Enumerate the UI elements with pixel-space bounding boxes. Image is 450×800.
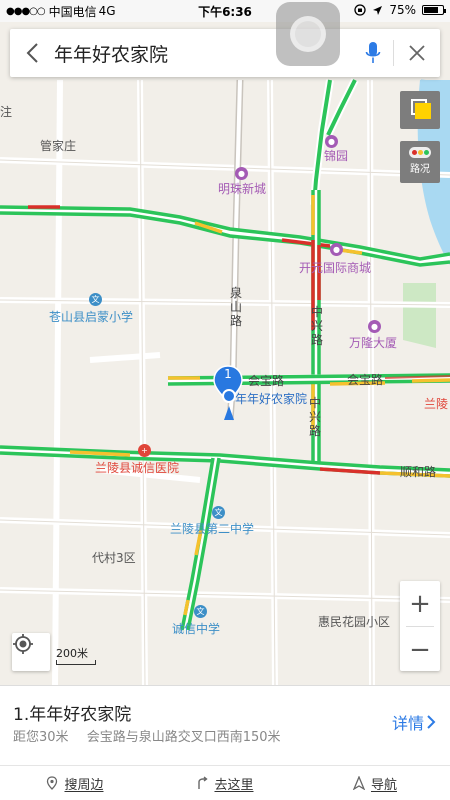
chevron-left-icon [26,43,38,63]
scale-bar [56,660,96,665]
poi-icon-qimeng: 文 [89,293,102,306]
traffic-label: 路况 [410,164,430,175]
search-bar: 年年好农家院 [10,29,440,77]
road-label-zhongxing-lower: 中兴路 [309,396,322,438]
locate-me-button[interactable] [12,633,50,671]
road-label-quanshan: 泉山路 [230,286,243,328]
clear-search-button[interactable] [394,29,440,77]
route-icon [198,776,209,789]
map-view[interactable]: 注 管家庄 ● 锦园 ● 明珠新城 ● 开元国际商城 泉山路 中兴路 文 苍山县… [0,0,450,685]
details-label: 详情 [391,714,424,733]
map-label-jinyuan[interactable]: 锦园 [324,147,348,164]
place-info-card[interactable]: 1.年年好农家院 距您30米 会宝路与泉山路交叉口西南150米 详情 [0,685,450,765]
map-label-guanjiazhuang: 管家庄 [40,139,77,153]
go-here-label: 去这里 [214,777,254,793]
map-label-qimeng[interactable]: 苍山县启蒙小学 [49,308,133,325]
map-label-dicun[interactable]: 代村3区 [92,549,136,566]
assistive-touch-button[interactable] [276,2,340,66]
map-label-wanlong[interactable]: 万隆大厦 [349,334,397,351]
place-address: 会宝路与泉山路交叉口西南150米 [86,730,281,745]
place-meta: 距您30米 会宝路与泉山路交叉口西南150米 [13,726,295,745]
map-label-chengxin-middle[interactable]: 诚信中学 [172,620,220,637]
location-arrow-icon [373,5,383,15]
search-nearby-button[interactable]: 搜周边 [0,766,150,800]
map-label-kaiyuan[interactable]: 开元国际商城 [299,259,371,276]
voice-search-button[interactable] [353,29,393,77]
road-label-huibao-2: 会宝路 [347,373,384,387]
back-button[interactable] [10,29,54,77]
status-bar: ●●●○○ 中国电信 4G 下午6:36 75% [0,0,450,22]
map-layers-button[interactable] [400,91,440,129]
road-label-huibao-1: 会宝路 [248,374,285,388]
close-icon [409,45,425,61]
locate-icon [13,634,33,654]
poi-icon-chengxin-middle: 文 [194,605,207,618]
navigate-label: 导航 [370,777,397,793]
road-label-shunhe: 顺和路 [400,465,437,479]
battery-percent: 75% [389,3,416,17]
map-label-second-middle[interactable]: 兰陵县第二中学 [170,520,254,537]
battery-icon [422,5,446,15]
details-button[interactable]: 详情 [392,710,436,734]
map-label-hospital[interactable]: 兰陵县诚信医院 [95,459,179,476]
map-label-huimin[interactable]: 惠民花园小区 [318,613,390,630]
marker-label[interactable]: 年年好农家院 [235,390,307,407]
action-bar: 搜周边 去这里 导航 [0,765,450,800]
poi-icon-kaiyuan: ● [330,243,343,256]
poi-icon-mingzhu: ● [235,167,248,180]
road-label-zhongxing-upper: 中兴路 [311,305,324,347]
pin-icon [47,776,58,790]
navigate-button[interactable]: 导航 [300,766,450,800]
place-distance: 距您30米 [13,730,69,745]
poi-icon-wanlong: ● [368,320,381,333]
chevron-right-icon [427,715,436,729]
poi-icon-second-middle: 文 [212,506,225,519]
navigation-arrow-icon [352,776,365,790]
marker-number: 1 [224,367,232,381]
zoom-out-button[interactable]: − [400,627,440,672]
microphone-icon [365,42,381,63]
go-here-button[interactable]: 去这里 [150,766,300,800]
zoom-controls: + − [400,581,440,671]
poi-icon-hospital: + [138,444,151,457]
park-area [403,283,436,348]
scale-label: 200米 [56,647,88,660]
rotation-lock-icon [354,4,366,16]
traffic-toggle-button[interactable]: 路况 [400,141,440,183]
map-label-mingzhu[interactable]: 明珠新城 [218,180,266,197]
zoom-in-button[interactable]: + [400,581,440,626]
map-label-partial: 注 [0,105,13,119]
traffic-light-icon [409,147,431,158]
place-title: 1.年年好农家院 [13,705,132,725]
map-label-lanling-partial: 兰陵 [424,397,449,411]
search-nearby-label: 搜周边 [64,777,104,793]
